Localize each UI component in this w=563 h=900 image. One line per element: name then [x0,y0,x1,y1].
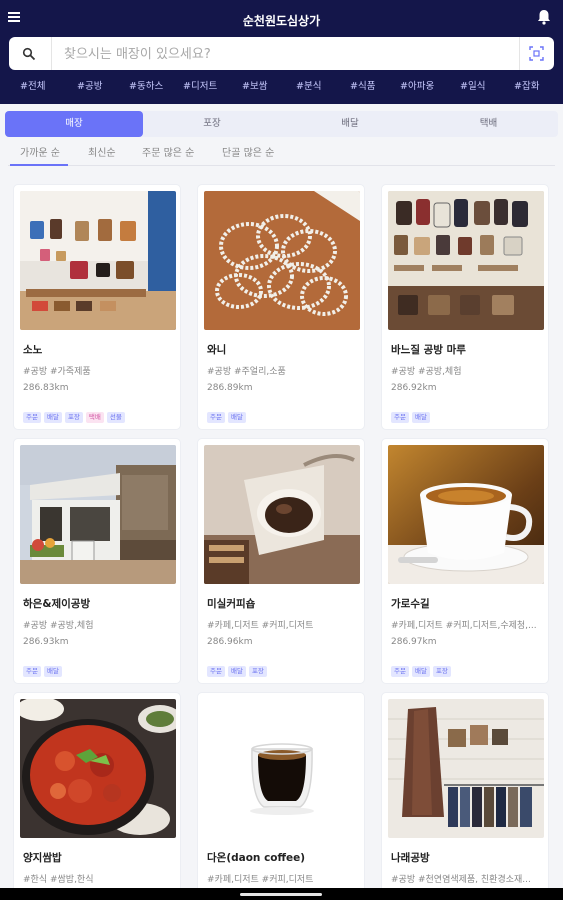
store-tags: #카페,디저트 #커피,디저트,수제청,... [391,621,537,631]
sort-most-orders[interactable]: 주문 많은 순 [142,144,194,159]
badge-takeout: 포장 [248,666,267,677]
service-type-tabs: 매장 포장 배달 택배 [5,111,558,137]
store-name: 바느질 공방 마루 [391,344,466,356]
store-card[interactable]: 가로수길 #카페,디저트 #커피,디저트,수제청,... 286.97km 주문… [381,438,549,684]
badge-order: 주문 [23,412,41,423]
search-input[interactable] [64,43,504,65]
tab-delivery[interactable]: 배달 [281,111,419,137]
home-indicator[interactable] [240,893,322,896]
badge-delivery: 배달 [43,666,62,677]
service-badges: 주문 배달 포장 택배 선물 [23,404,128,423]
store-distance: 286.89km [207,383,253,393]
store-name: 미실커피숍 [207,598,256,610]
store-tags: #한식 #쌈밥,한식 [23,875,94,885]
badge-delivery: 배달 [411,412,430,423]
store-distance: 286.97km [391,637,437,647]
sort-nearest[interactable]: 가까운 순 [20,144,60,159]
category-item[interactable]: #동하스 [129,78,163,92]
store-distance: 286.93km [23,637,69,647]
store-name: 소노 [23,344,43,356]
badge-parcel: 택배 [85,412,104,423]
badge-order: 주문 [207,412,225,423]
category-item[interactable]: #잡화 [514,78,539,92]
store-thumbnail [388,699,544,838]
badge-order: 주문 [207,666,225,677]
service-badges: 주문 배달 포장 [391,658,454,677]
store-name: 하은&제이공방 [23,598,91,610]
category-tabs: #전체 #공방 #동하스 #디저트 #보쌈 #분식 #식품 #아파옹 #일식 #… [0,78,563,98]
sort-most-regulars[interactable]: 단골 많은 순 [222,144,274,159]
service-badges: 주문 배달 [23,658,65,677]
service-badges: 주문 배달 [391,404,433,423]
store-distance: 286.96km [207,637,253,647]
tab-parcel[interactable]: 택배 [419,111,558,137]
store-card[interactable]: 나래공방 #공방 #천연염색제품, 친환경소재... [381,692,549,900]
search-bar [9,37,554,70]
app-header: 순천원도심상가 #전체 #공방 #동하스 #디저트 #보쌈 #분식 #식품 #아… [0,0,563,104]
store-distance: 286.92km [391,383,437,393]
store-thumbnail [20,445,176,584]
store-tags: #공방 #가죽제품 [23,367,91,377]
store-tags: #카페,디저트 #커피,디저트 [207,621,314,631]
sort-active-indicator [10,164,68,166]
badge-takeout: 포장 [432,666,451,677]
store-card[interactable]: 다온(daon coffee) #카페,디저트 #커피,디저트 [197,692,365,900]
store-tags: #카페,디저트 #커피,디저트 [207,875,314,885]
category-item[interactable]: #분식 [296,78,321,92]
category-item[interactable]: #아파옹 [400,78,434,92]
store-tags: #공방 #공방,체험 [391,367,462,377]
store-card[interactable]: 바느질 공방 마루 #공방 #공방,체험 286.92km 주문 배달 [381,184,549,430]
store-name: 양지쌈밥 [23,852,62,864]
sort-divider [8,165,555,166]
store-thumbnail [20,191,176,330]
store-card[interactable]: 양지쌈밥 #한식 #쌈밥,한식 [13,692,181,900]
badge-order: 주문 [391,412,409,423]
store-card[interactable]: 와니 #공방 #주얼리,소품 286.89km 주문 배달 [197,184,365,430]
store-card[interactable]: 하은&제이공방 #공방 #공방,체험 286.93km 주문 배달 [13,438,181,684]
service-badges: 주문 배달 [207,404,249,423]
store-thumbnail [204,699,360,838]
store-thumbnail [388,191,544,330]
badge-order: 주문 [23,666,41,677]
store-name: 가로수길 [391,598,430,610]
store-name: 나래공방 [391,852,430,864]
badge-delivery: 배달 [227,412,246,423]
search-icon[interactable] [22,47,36,61]
store-tags: #공방 #주얼리,소품 [207,367,286,377]
store-thumbnail [204,445,360,584]
badge-order: 주문 [391,666,409,677]
top-bar: 순천원도심상가 [0,0,563,38]
badge-gift: 선물 [106,412,125,423]
category-item[interactable]: #보쌈 [242,78,267,92]
category-item[interactable]: #식품 [350,78,375,92]
store-thumbnail [388,445,544,584]
category-item[interactable]: #전체 [20,78,45,92]
badge-delivery: 배달 [411,666,430,677]
store-card[interactable]: 미실커피숍 #카페,디저트 #커피,디저트 286.96km 주문 배달 포장 [197,438,365,684]
search-divider [51,37,52,70]
search-divider [519,37,520,70]
category-item[interactable]: #디저트 [183,78,217,92]
store-thumbnail [20,699,176,838]
sort-newest[interactable]: 최신순 [88,144,116,159]
tab-takeout[interactable]: 포장 [143,111,281,137]
category-item[interactable]: #공방 [77,78,102,92]
store-distance: 286.83km [23,383,69,393]
store-tags: #공방 #천연염색제품, 친환경소재... [391,875,531,885]
bell-icon[interactable] [537,9,553,27]
store-name: 와니 [207,344,227,356]
sort-tabs: 가까운 순 최신순 주문 많은 순 단골 많은 순 [0,144,563,166]
service-badges: 주문 배달 포장 [207,658,270,677]
store-thumbnail [204,191,360,330]
page-title: 순천원도심상가 [242,14,321,28]
badge-delivery: 배달 [43,412,62,423]
store-card[interactable]: 소노 #공방 #가죽제품 286.83km 주문 배달 포장 택배 선물 [13,184,181,430]
badge-delivery: 배달 [227,666,246,677]
store-tags: #공방 #공방,체험 [23,621,94,631]
tab-store[interactable]: 매장 [5,111,143,137]
qr-scan-icon[interactable] [529,46,544,61]
category-item[interactable]: #일식 [460,78,485,92]
badge-takeout: 포장 [64,412,83,423]
store-name: 다온(daon coffee) [207,852,306,864]
